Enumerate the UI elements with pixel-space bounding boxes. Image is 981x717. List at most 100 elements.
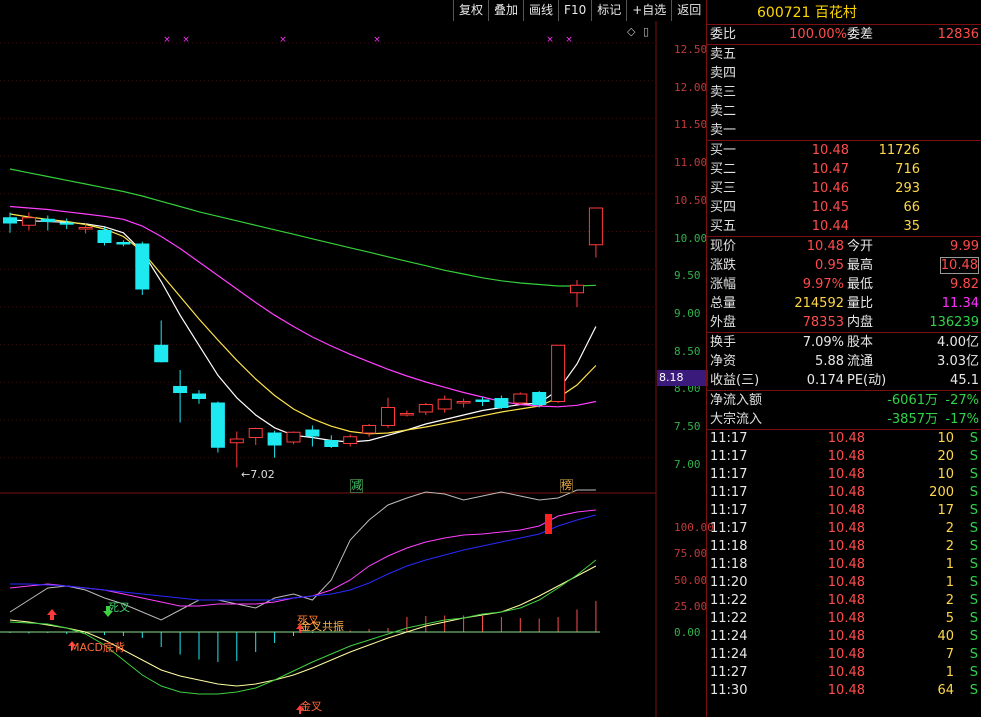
tick-row[interactable]: 11:17 10.48 10 S [707,430,981,448]
death-cross-label: 死叉 [108,601,130,614]
price-tick-label: 10.50 [674,193,708,207]
tick-price: 10.48 [827,539,865,554]
candle-body [248,428,263,438]
tick-price: 10.48 [827,593,865,608]
tick-volume: 7 [945,647,954,662]
stock-code: 600721 [757,5,811,21]
stock-header[interactable]: 600721 百花村 [707,0,981,25]
candle-body [154,344,169,363]
fundamental-label: 净资 [710,354,737,369]
candle-body [456,401,471,404]
order-diff-label: 委差 [847,27,874,42]
tick-row[interactable]: 11:17 10.48 10 S [707,466,981,484]
toolbar-button[interactable]: 标记 [591,0,626,21]
toolbar-button[interactable]: 复权 [453,0,488,21]
quote-row: 外盘 78353 内盘 136239 [707,313,981,332]
bid-price: 10.44 [811,219,849,234]
tick-row[interactable]: 11:18 10.48 1 S [707,556,981,574]
fundamental-label: PE(动) [847,373,887,388]
toolbar-button[interactable]: 叠加 [488,0,523,21]
tick-time: 11:17 [710,503,748,518]
tick-price: 10.48 [827,629,865,644]
quote-value: 78353 [802,315,844,330]
tick-row[interactable]: 11:24 10.48 40 S [707,628,981,646]
tick-row[interactable]: 11:30 10.48 64 S [707,682,981,700]
tick-side: S [969,449,978,464]
tick-volume: 2 [945,539,954,554]
golden-cross-label: 金叉 [300,700,322,713]
quote-value: 10.48 [806,239,844,254]
tick-row[interactable]: 11:27 10.48 1 S [707,664,981,682]
toolbar-button[interactable]: 返回 [671,0,706,21]
dragon-tiger-list-marker[interactable]: 榜 [560,479,573,493]
quote-label: 涨幅 [710,277,737,292]
ask-row: 卖五 [707,45,981,64]
toolbar-button[interactable]: +自选 [626,0,671,21]
candle-body [588,207,603,246]
toolbar-button[interactable]: 画线 [523,0,558,21]
fundamental-row: 换手 7.09% 股本 4.00亿 [707,333,981,352]
quote-label: 今开 [847,239,874,254]
price-tick-label: 9.00 [674,306,701,320]
kline-chart[interactable]: × × × × × × ◇ ▯ 12.50 12.00 11.50 11.00 10.50 10.0… [0,21,714,717]
tick-side: S [969,629,978,644]
tick-side: S [969,503,978,518]
tick-row[interactable]: 11:20 10.48 1 S [707,574,981,592]
tick-side: S [969,467,978,482]
tick-price: 10.48 [827,683,865,698]
quote-label: 外盘 [710,315,737,330]
tick-list[interactable]: 11:17 10.48 10 S 11:17 10.48 20 S 11:17 10.48 10 S 1… [707,430,981,700]
tick-row[interactable]: 11:17 10.48 2 S [707,520,981,538]
fundamental-label: 股本 [847,335,874,350]
quote-label: 最低 [847,277,874,292]
candle-body [399,413,414,416]
candle-body [343,436,358,444]
tick-time: 11:30 [710,683,748,698]
tick-volume: 1 [945,665,954,680]
signal-marker: × [279,35,287,45]
panel-toggle-icon[interactable]: ▯ [643,25,649,38]
candle-body [135,243,150,290]
kline-svg[interactable]: × × × × × × [0,21,706,717]
indicator-tick-label: 0.00 [674,626,701,640]
candle-body [551,344,566,402]
quote-value: 214592 [794,296,844,311]
low-price-annotation: ←7.02 [241,468,275,481]
bid-label: 买一 [710,143,737,158]
tick-row[interactable]: 11:18 10.48 2 S [707,538,981,556]
bid-price: 10.45 [811,200,849,215]
fundamental-label: 收益(三) [710,373,760,388]
tick-row[interactable]: 11:17 10.48 20 S [707,448,981,466]
fundamental-stats: 换手 7.09% 股本 4.00亿 净资 5.88 流通 3.03亿 收益(三) 0.174 PE(… [707,333,981,391]
tick-volume: 20 [937,449,954,464]
tick-time: 11:17 [710,485,748,500]
quote-label: 最高 [847,258,874,273]
candle-body [494,398,509,408]
tick-volume: 200 [929,485,954,500]
candle-body [267,432,282,446]
fundamental-label: 换手 [710,335,737,350]
ma-line [9,219,597,443]
quote-label: 内盘 [847,315,874,330]
tick-time: 11:24 [710,629,748,644]
diamond-icon[interactable]: ◇ [627,25,635,38]
toolbar-button[interactable]: F10 [558,0,591,21]
tick-price: 10.48 [827,521,865,536]
bid-volume: 293 [895,181,920,196]
tick-side: S [969,485,978,500]
tick-row[interactable]: 11:17 10.48 200 S [707,484,981,502]
fundamental-row: 净资 5.88 流通 3.03亿 [707,352,981,371]
tick-row[interactable]: 11:22 10.48 2 S [707,592,981,610]
flow-label: 净流入额 [710,393,763,408]
order-ratio-row: 委比 100.00% 委差 12836 [707,25,981,45]
reduce-marker[interactable]: 减 [350,479,363,493]
tick-row[interactable]: 11:17 10.48 17 S [707,502,981,520]
tick-row[interactable]: 11:22 10.48 5 S [707,610,981,628]
quote-label: 总量 [710,296,737,311]
tick-time: 11:20 [710,575,748,590]
signal-marker: × [373,35,381,45]
ask-book: 卖五 卖四 卖三 卖二 卖一 [707,45,981,141]
tick-row[interactable]: 11:24 10.48 7 S [707,646,981,664]
indicator-tick-label: 75.00 [674,547,708,561]
indicator-tick-label: 50.00 [674,573,708,587]
